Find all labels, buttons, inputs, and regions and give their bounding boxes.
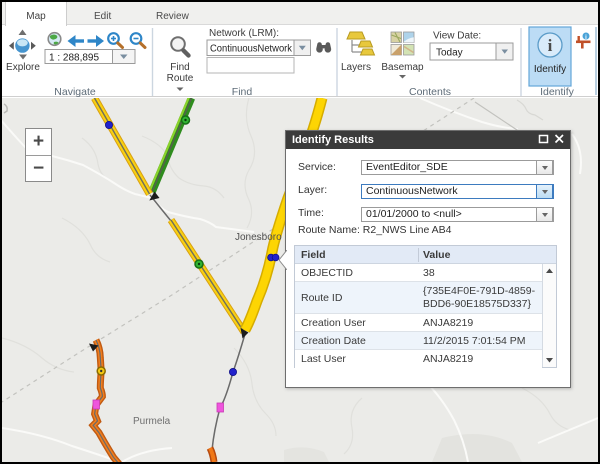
svg-text:Basemap: Basemap bbox=[381, 62, 424, 73]
svg-text:Explore: Explore bbox=[6, 62, 40, 73]
svg-text:ContinuousNetwork: ContinuousNetwork bbox=[210, 44, 293, 55]
svg-text:Identify: Identify bbox=[534, 64, 566, 75]
svg-text:Find: Find bbox=[232, 86, 253, 97]
svg-text:Network (LRM):: Network (LRM): bbox=[209, 28, 279, 39]
svg-text:Route: Route bbox=[167, 73, 194, 84]
svg-text:i: i bbox=[548, 36, 553, 55]
svg-text:Layers: Layers bbox=[341, 62, 371, 73]
svg-text:Navigate: Navigate bbox=[54, 86, 96, 97]
svg-text:1 : 288,895: 1 : 288,895 bbox=[49, 53, 99, 64]
svg-text:Find: Find bbox=[170, 62, 189, 73]
svg-text:Jonesboro: Jonesboro bbox=[235, 232, 282, 243]
svg-text:Identify: Identify bbox=[540, 86, 575, 97]
svg-text:Contents: Contents bbox=[409, 86, 451, 97]
svg-text:Today: Today bbox=[436, 48, 463, 59]
svg-text:Purmela: Purmela bbox=[133, 416, 171, 427]
svg-text:View Date:: View Date: bbox=[433, 31, 481, 42]
